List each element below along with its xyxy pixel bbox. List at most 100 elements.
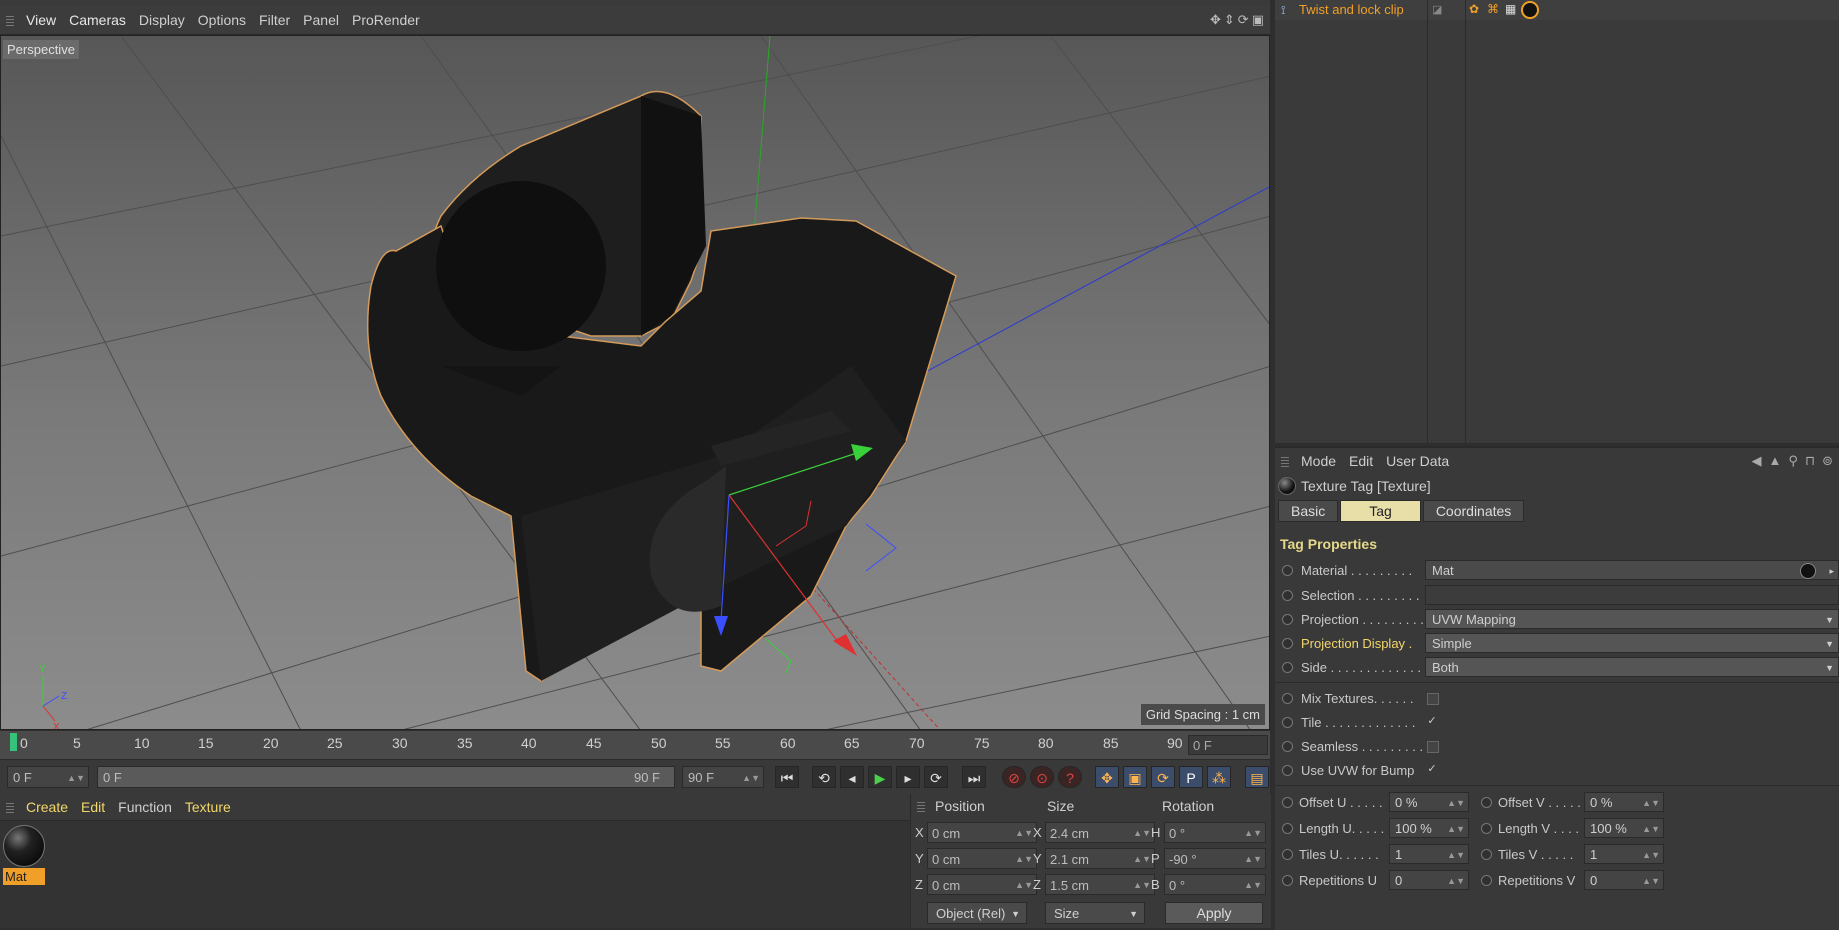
frame-range-slider[interactable]: 0 F 90 F <box>97 766 675 788</box>
menu-filter[interactable]: Filter <box>255 12 299 28</box>
next-frame-icon[interactable]: ▸ <box>896 766 920 788</box>
record-keys-icon[interactable]: ⊘ <box>1002 766 1026 788</box>
up-arrow-icon[interactable]: ▲ <box>1769 453 1782 469</box>
animate-radio[interactable] <box>1481 849 1492 860</box>
maximize-view-icon[interactable]: ▣ <box>1252 12 1264 28</box>
size-mode-dropdown[interactable]: Size ▼ <box>1045 902 1145 924</box>
animate-radio[interactable] <box>1481 875 1492 886</box>
menu-mode[interactable]: Mode <box>1297 453 1345 469</box>
playhead-marker[interactable] <box>10 733 17 751</box>
offset-u-field[interactable]: 0 % ▲▼ <box>1389 792 1469 812</box>
animate-radio[interactable] <box>1282 717 1293 728</box>
texture-tag-icon[interactable] <box>1521 1 1539 19</box>
menu-function[interactable]: Function <box>114 799 181 815</box>
rotate-view-icon[interactable]: ⟳ <box>1238 12 1249 28</box>
menu-edit[interactable]: Edit <box>77 799 114 815</box>
grip-handle[interactable] <box>1281 455 1289 467</box>
play-icon[interactable]: ▶ <box>868 766 892 788</box>
previous-frame-icon[interactable]: ◂ <box>840 766 864 788</box>
animate-radio[interactable] <box>1282 849 1293 860</box>
animate-radio[interactable] <box>1282 741 1293 752</box>
animate-radio[interactable] <box>1282 662 1293 673</box>
tab-tag[interactable]: Tag <box>1340 500 1421 522</box>
animate-radio[interactable] <box>1481 797 1492 808</box>
menu-options[interactable]: Options <box>194 12 255 28</box>
menu-prorender[interactable]: ProRender <box>348 12 429 28</box>
animate-radio[interactable] <box>1282 797 1293 808</box>
move-view-icon[interactable]: ✥ <box>1210 12 1221 28</box>
size-z-field[interactable]: 1.5 cm ▲▼ <box>1045 874 1155 895</box>
selection-field[interactable] <box>1425 585 1839 605</box>
lock-icon[interactable]: ⊓ <box>1805 453 1815 469</box>
size-x-field[interactable]: 2.4 cm ▲▼ <box>1045 822 1155 843</box>
position-x-field[interactable]: 0 cm ▲▼ <box>927 822 1037 843</box>
object-name[interactable]: Twist and lock clip <box>1299 2 1404 17</box>
grip-handle[interactable] <box>917 800 925 812</box>
menu-cameras[interactable]: Cameras <box>65 12 135 28</box>
grip-handle[interactable] <box>6 14 14 26</box>
record-parameter-icon[interactable]: P <box>1179 766 1203 788</box>
tile-checkbox[interactable]: ✓ <box>1427 716 1437 727</box>
animate-radio[interactable] <box>1282 875 1293 886</box>
seamless-checkbox[interactable] <box>1427 741 1439 753</box>
previous-key-icon[interactable]: ⟲ <box>812 766 836 788</box>
keyframe-selection-icon[interactable]: ? <box>1058 766 1082 788</box>
length-u-field[interactable]: 100 % ▲▼ <box>1389 818 1469 838</box>
animate-radio[interactable] <box>1282 823 1293 834</box>
record-point-level-icon[interactable]: ⁂ <box>1207 766 1231 788</box>
animate-radio[interactable] <box>1282 590 1293 601</box>
animate-radio[interactable] <box>1282 765 1293 776</box>
repetitions-u-field[interactable]: 0 ▲▼ <box>1389 870 1469 890</box>
animate-radio[interactable] <box>1282 614 1293 625</box>
timeline-ruler[interactable]: 0 5 10 15 20 25 30 35 40 45 50 55 60 65 … <box>0 731 1270 759</box>
menu-texture[interactable]: Texture <box>181 799 240 815</box>
visibility-toggle-icon[interactable]: ◪ <box>1432 3 1442 16</box>
zoom-view-icon[interactable]: ⇕ <box>1224 12 1235 28</box>
current-frame-field[interactable]: 0 F <box>1188 735 1268 755</box>
projection-dropdown[interactable]: UVW Mapping ▼ <box>1425 609 1839 629</box>
grip-handle[interactable] <box>6 801 14 813</box>
material-item[interactable]: Mat <box>3 825 45 887</box>
menu-edit[interactable]: Edit <box>1345 453 1382 469</box>
repetitions-v-field[interactable]: 0 ▲▼ <box>1584 870 1664 890</box>
checker-tag-icon[interactable]: ▦ <box>1505 2 1516 16</box>
back-arrow-icon[interactable]: ◀ <box>1752 453 1762 469</box>
menu-user-data[interactable]: User Data <box>1382 453 1458 469</box>
timeline-window-icon[interactable]: ▤ <box>1245 766 1269 788</box>
material-link-field[interactable]: Mat ▸ <box>1425 560 1839 580</box>
end-frame-field[interactable]: 90 F ▲▼ <box>682 766 764 788</box>
phong-tag-icon[interactable]: ✿ <box>1469 2 1479 16</box>
use-uvw-bump-checkbox[interactable]: ✓ <box>1427 764 1437 775</box>
rotation-h-field[interactable]: 0 ° ▲▼ <box>1164 822 1266 843</box>
search-icon[interactable]: ⚲ <box>1788 453 1798 469</box>
animate-radio[interactable] <box>1481 823 1492 834</box>
length-v-field[interactable]: 100 % ▲▼ <box>1584 818 1664 838</box>
go-to-start-icon[interactable]: ⏮ <box>775 766 799 788</box>
animate-radio[interactable] <box>1282 565 1293 576</box>
position-y-field[interactable]: 0 cm ▲▼ <box>927 848 1037 869</box>
animate-radio[interactable] <box>1282 693 1293 704</box>
coordinate-mode-dropdown[interactable]: Object (Rel) ▼ <box>927 902 1027 924</box>
next-key-icon[interactable]: ⟳ <box>924 766 948 788</box>
menu-panel[interactable]: Panel <box>299 12 348 28</box>
go-to-end-icon[interactable]: ⏭ <box>962 766 986 788</box>
start-frame-field[interactable]: 0 F ▲▼ <box>7 766 89 788</box>
record-position-icon[interactable]: ✥ <box>1095 766 1119 788</box>
record-rotation-icon[interactable]: ⟳ <box>1151 766 1175 788</box>
uvw-tag-icon[interactable]: ⌘ <box>1487 2 1499 16</box>
clip-model[interactable] <box>366 90 957 682</box>
menu-create[interactable]: Create <box>22 799 77 815</box>
tiles-u-field[interactable]: 1 ▲▼ <box>1389 844 1469 864</box>
3d-viewport[interactable]: Y Z X Perspective Grid Spacing : 1 cm <box>0 35 1270 730</box>
settings-icon[interactable]: ⊚ <box>1822 453 1833 469</box>
rotation-b-field[interactable]: 0 ° ▲▼ <box>1164 874 1266 895</box>
apply-button[interactable]: Apply <box>1165 902 1263 924</box>
mix-textures-checkbox[interactable] <box>1427 693 1439 705</box>
position-z-field[interactable]: 0 cm ▲▼ <box>927 874 1037 895</box>
chevron-right-icon[interactable]: ▸ <box>1829 561 1834 581</box>
menu-view[interactable]: View <box>22 12 65 28</box>
tiles-v-field[interactable]: 1 ▲▼ <box>1584 844 1664 864</box>
offset-v-field[interactable]: 0 % ▲▼ <box>1584 792 1664 812</box>
size-y-field[interactable]: 2.1 cm ▲▼ <box>1045 848 1155 869</box>
autokey-icon[interactable]: ⊙ <box>1030 766 1054 788</box>
